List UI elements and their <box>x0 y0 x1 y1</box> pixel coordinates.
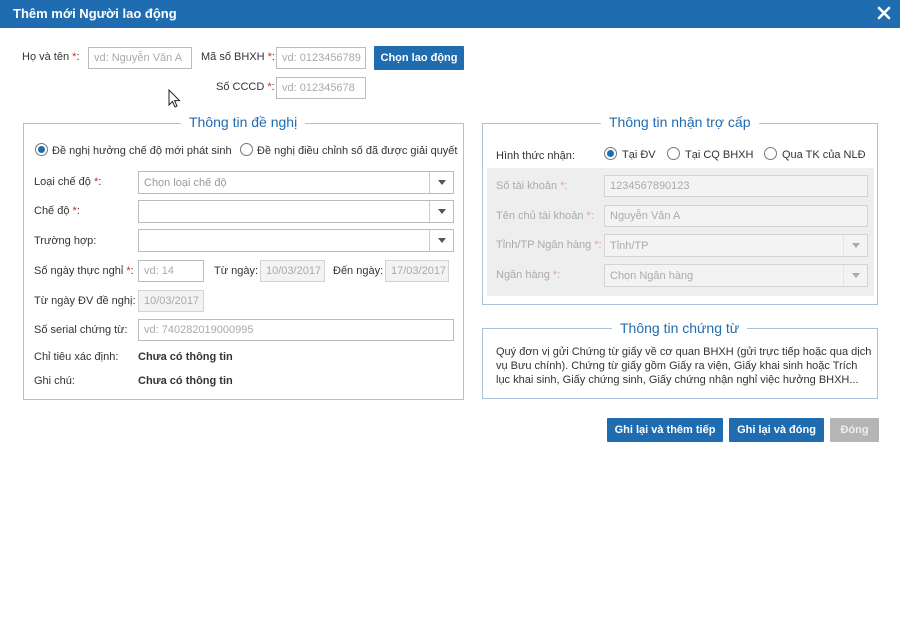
bank-select: Chọn Ngân hàng <box>604 264 868 287</box>
indicator-label: Chỉ tiêu xác định: <box>34 351 119 363</box>
chevron-down-icon <box>438 238 446 243</box>
method-label: Hình thức nhận: <box>496 150 575 162</box>
from-dv-input: 10/03/2017 <box>138 290 204 312</box>
regime-type-dropdown[interactable] <box>429 172 453 193</box>
from-date-input: 10/03/2017 <box>260 260 325 282</box>
account-label: Số tài khoản *: <box>496 180 568 192</box>
proposal-panel-title: Thông tin đề nghị <box>181 114 306 130</box>
indicator-value: Chưa có thông tin <box>138 351 233 363</box>
regime-label: Chế độ *: <box>34 205 80 217</box>
case-dropdown[interactable] <box>429 230 453 251</box>
regime-select[interactable] <box>138 200 454 223</box>
regime-type-label: Loại chế độ *: <box>34 176 102 188</box>
close-icon[interactable] <box>876 5 892 21</box>
days-label: Số ngày thực nghỉ *: <box>34 265 134 277</box>
to-date-label: Đến ngày: <box>333 265 384 277</box>
chevron-down-icon <box>438 180 446 185</box>
bhxh-input[interactable]: vd: 0123456789 <box>276 47 366 69</box>
serial-input[interactable]: vd: 740282019000995 <box>138 319 454 341</box>
cursor-icon <box>168 89 181 108</box>
province-label: Tỉnh/TP Ngân hàng *: <box>496 239 602 251</box>
to-date-input: 17/03/2017 <box>385 260 449 282</box>
province-dropdown <box>843 235 867 256</box>
province-select-value: Tỉnh/TP <box>610 240 649 252</box>
bank-select-value: Chọn Ngân hàng <box>610 270 694 282</box>
chevron-down-icon <box>852 273 860 278</box>
documents-text: Quý đơn vị gửi Chứng từ giấy về cơ quan … <box>496 346 872 386</box>
name-label: Họ và tên *: <box>22 51 80 63</box>
dialog-title: Thêm mới Người lao động <box>13 6 177 21</box>
radio-adjust-regime-label: Đề nghị điều chỉnh số đã được giải quyết <box>257 145 458 157</box>
close-button[interactable]: Đóng <box>830 418 879 442</box>
chevron-down-icon <box>438 209 446 214</box>
radio-new-regime[interactable] <box>35 143 48 156</box>
radio-method-bhxh[interactable] <box>667 147 680 160</box>
from-date-label: Từ ngày: <box>214 265 259 277</box>
case-label: Trường hợp: <box>34 235 97 247</box>
radio-method-unit[interactable] <box>604 147 617 160</box>
regime-dropdown[interactable] <box>429 201 453 222</box>
chevron-down-icon <box>852 243 860 248</box>
note-value: Chưa có thông tin <box>138 375 233 387</box>
radio-method-account-label: Qua TK của NLĐ <box>782 149 866 161</box>
from-dv-label: Từ ngày ĐV đề nghị: <box>34 295 136 307</box>
cccd-input[interactable]: vd: 012345678 <box>276 77 366 99</box>
days-input[interactable]: vd: 14 <box>138 260 204 282</box>
benefit-panel-title: Thông tin nhận trợ cấp <box>601 114 759 130</box>
choose-worker-button[interactable]: Chọn lao động <box>374 46 464 70</box>
owner-label: Tên chủ tài khoản *: <box>496 210 594 222</box>
regime-type-select[interactable]: Chọn loại chế độ <box>138 171 454 194</box>
case-select[interactable] <box>138 229 454 252</box>
dialog-titlebar: Thêm mới Người lao động <box>0 0 900 28</box>
account-input: 1234567890123 <box>604 175 868 197</box>
cccd-label: Số CCCD *: <box>216 81 275 93</box>
save-continue-button[interactable]: Ghi lại và thêm tiếp <box>607 418 723 442</box>
save-close-button[interactable]: Ghi lại và đóng <box>729 418 824 442</box>
regime-type-select-value: Chọn loại chế độ <box>144 177 227 189</box>
name-input[interactable]: vd: Nguyễn Văn A <box>88 47 192 69</box>
note-label: Ghi chú: <box>34 375 75 387</box>
radio-method-bhxh-label: Tại CQ BHXH <box>685 149 754 161</box>
radio-method-account[interactable] <box>764 147 777 160</box>
bank-label: Ngân hàng *: <box>496 269 561 281</box>
radio-adjust-regime[interactable] <box>240 143 253 156</box>
documents-panel-title: Thông tin chứng từ <box>612 320 748 336</box>
bhxh-label: Mã số BHXH *: <box>201 51 275 63</box>
radio-new-regime-label: Đề nghị hưởng chế độ mới phát sinh <box>52 145 232 157</box>
radio-method-unit-label: Tại ĐV <box>622 149 656 161</box>
owner-input: Nguyễn Văn A <box>604 205 868 227</box>
bank-dropdown <box>843 265 867 286</box>
serial-label: Số serial chứng từ: <box>34 324 128 336</box>
province-select: Tỉnh/TP <box>604 234 868 257</box>
